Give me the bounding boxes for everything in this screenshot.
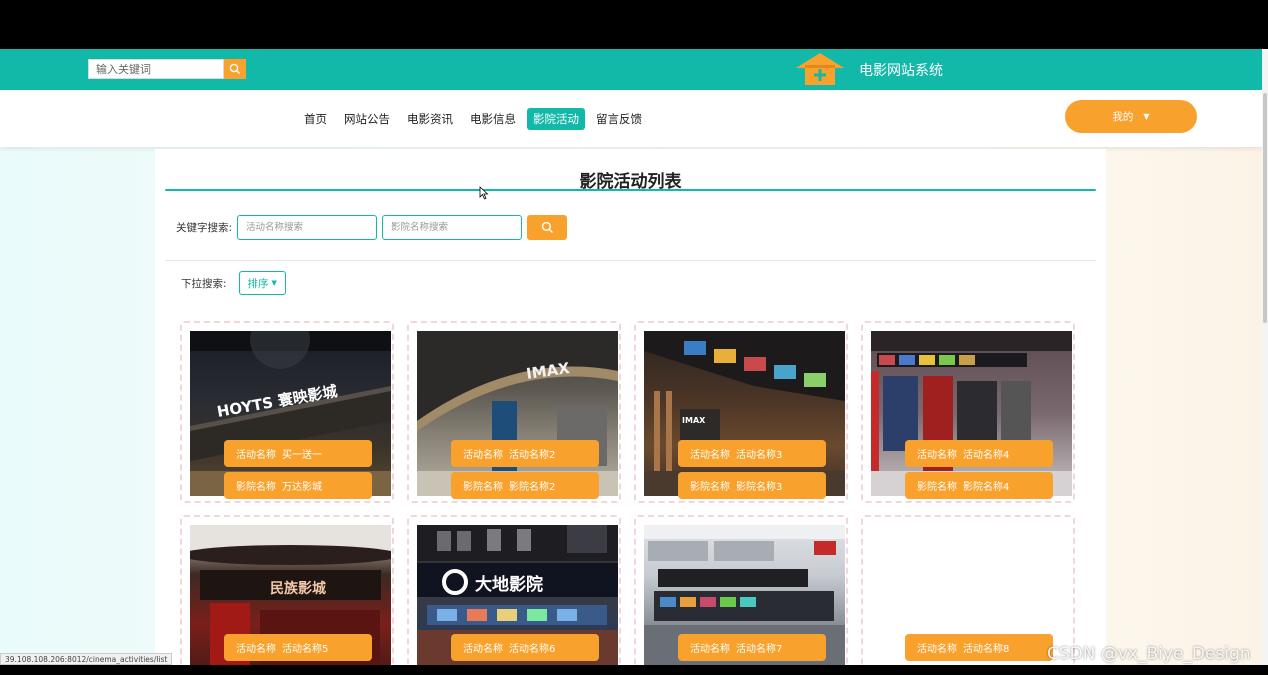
activity-name-pill: 活动名称 活动名称4 (905, 440, 1053, 467)
keyword-search-label: 关键字搜索: (176, 222, 233, 234)
activity-card[interactable]: IMAX 活动名称 活动名称3 影院名称 影院名称3 (634, 321, 848, 503)
nav-item-home[interactable]: 首页 (298, 108, 333, 130)
cinema-name-pill: 影院名称 万达影城 (224, 472, 372, 499)
cinema-name-key: 影院名称 (917, 482, 957, 493)
cinema-name-pill: 影院名称 影院名称4 (905, 472, 1053, 499)
activity-card[interactable]: 活动名称 活动名称8 (861, 515, 1075, 665)
header-search (88, 59, 246, 79)
status-bar-url: 39.108.108.206:8012/cinema_activities/li… (0, 653, 173, 665)
scrollbar-thumb[interactable] (1263, 93, 1267, 323)
activity-name-pill: 活动名称 活动名称6 (451, 634, 599, 661)
activity-name-pill: 活动名称 买一送一 (224, 440, 372, 467)
activity-name-key: 活动名称 (463, 450, 503, 461)
activity-name-value: 买一送一 (282, 450, 322, 461)
activity-card[interactable]: IMAX 活动名称 活动名称2 影院名称 影院名称2 (407, 321, 621, 503)
search-icon (541, 221, 553, 233)
activity-name-pill: 活动名称 活动名称7 (678, 634, 826, 661)
nav-menu: 首页 网站公告 电影资讯 电影信息 影院活动 留言反馈 (298, 108, 653, 130)
cinema-name-pill: 影院名称 影院名称2 (451, 472, 599, 499)
search-icon (229, 63, 241, 75)
dropdown-search-label: 下拉搜索: (181, 277, 227, 290)
cinema-name-value: 影院名称2 (509, 482, 556, 493)
activity-name-key: 活动名称 (917, 450, 957, 461)
nav-item-news[interactable]: 电影资讯 (401, 108, 459, 130)
activity-name-key: 活动名称 (690, 450, 730, 461)
sign-text: IMAX (682, 416, 706, 425)
main-content: 影院活动列表 关键字搜索: 下拉搜索: 排序 ▼ (155, 149, 1106, 665)
cinema-name-value: 影院名称3 (736, 482, 783, 493)
site-title: 电影网站系统 (859, 63, 943, 79)
cinema-name-key: 影院名称 (236, 482, 276, 493)
activity-name-key: 活动名称 (236, 450, 276, 461)
my-account-label: 我的 (1112, 111, 1134, 123)
sort-dropdown-button[interactable]: 排序 ▼ (238, 271, 286, 295)
activity-card[interactable]: 活动名称 活动名称4 影院名称 影院名称4 (861, 321, 1075, 503)
activity-name-pill: 活动名称 活动名称8 (905, 634, 1053, 661)
browser-viewport: 电影网站系统 首页 网站公告 电影资讯 电影信息 影院活动 留言反馈 我的 ▼ … (0, 49, 1268, 665)
cinema-name-value: 万达影城 (282, 482, 322, 493)
cinema-name-search-input[interactable] (382, 215, 523, 240)
activity-name-value: 活动名称6 (509, 644, 556, 655)
header-search-button[interactable] (224, 59, 246, 79)
page-scrollbar[interactable] (1262, 49, 1268, 665)
keyword-search-row: 关键字搜索: (176, 215, 568, 240)
main-navbar: 首页 网站公告 电影资讯 电影信息 影院活动 留言反馈 我的 ▼ (0, 90, 1268, 147)
activity-card[interactable]: 大地影院 活动名称 活动名称6 (407, 515, 621, 665)
activity-name-key: 活动名称 (917, 644, 957, 655)
header-search-input[interactable] (88, 59, 224, 79)
nav-item-movies[interactable]: 电影信息 (464, 108, 522, 130)
sign-text: 大地影院 (475, 574, 543, 595)
house-logo-icon (796, 53, 844, 85)
nav-item-cinema-activities[interactable]: 影院活动 (527, 108, 585, 130)
activity-name-key: 活动名称 (690, 644, 730, 655)
nav-item-feedback[interactable]: 留言反馈 (590, 108, 648, 130)
activity-name-value: 活动名称8 (963, 644, 1010, 655)
search-button[interactable] (527, 215, 568, 240)
activity-name-key: 活动名称 (236, 644, 276, 655)
activity-name-pill: 活动名称 活动名称2 (451, 440, 599, 467)
cinema-name-value: 影院名称4 (963, 482, 1010, 493)
watermark-text: CSDN @vx_Biye_Design (1047, 644, 1251, 664)
activity-name-key: 活动名称 (463, 644, 503, 655)
my-account-button[interactable]: 我的 ▼ (1065, 100, 1197, 133)
activity-card[interactable]: 活动名称 活动名称7 (634, 515, 848, 665)
activity-name-pill: 活动名称 活动名称5 (224, 634, 372, 661)
caret-down-icon: ▼ (1143, 112, 1150, 121)
activity-card[interactable]: 民族影城 活动名称 活动名称5 (180, 515, 394, 665)
activity-name-search-input[interactable] (237, 215, 378, 240)
top-header-bar: 电影网站系统 (0, 49, 1268, 90)
sort-label: 排序 (247, 277, 269, 290)
title-underline (165, 189, 1096, 191)
cinema-name-key: 影院名称 (690, 482, 730, 493)
activity-name-pill: 活动名称 活动名称3 (678, 440, 826, 467)
cinema-name-key: 影院名称 (463, 482, 503, 493)
nav-item-announcements[interactable]: 网站公告 (338, 108, 396, 130)
mouse-cursor-icon (479, 186, 489, 200)
activity-name-value: 活动名称5 (282, 644, 329, 655)
sign-text: 民族影城 (270, 580, 326, 597)
activity-name-value: 活动名称7 (736, 644, 783, 655)
cinema-name-pill: 影院名称 影院名称3 (678, 472, 826, 499)
filter-divider (165, 260, 1096, 261)
dropdown-search-row: 下拉搜索: 排序 ▼ (181, 271, 286, 295)
activity-name-value: 活动名称4 (963, 450, 1010, 461)
caret-down-icon: ▼ (271, 279, 277, 287)
activity-name-value: 活动名称2 (509, 450, 556, 461)
activity-name-value: 活动名称3 (736, 450, 783, 461)
activity-card[interactable]: HOYTS 寰映影城 活动名称 买一送一 影院名称 万达影城 (180, 321, 394, 503)
